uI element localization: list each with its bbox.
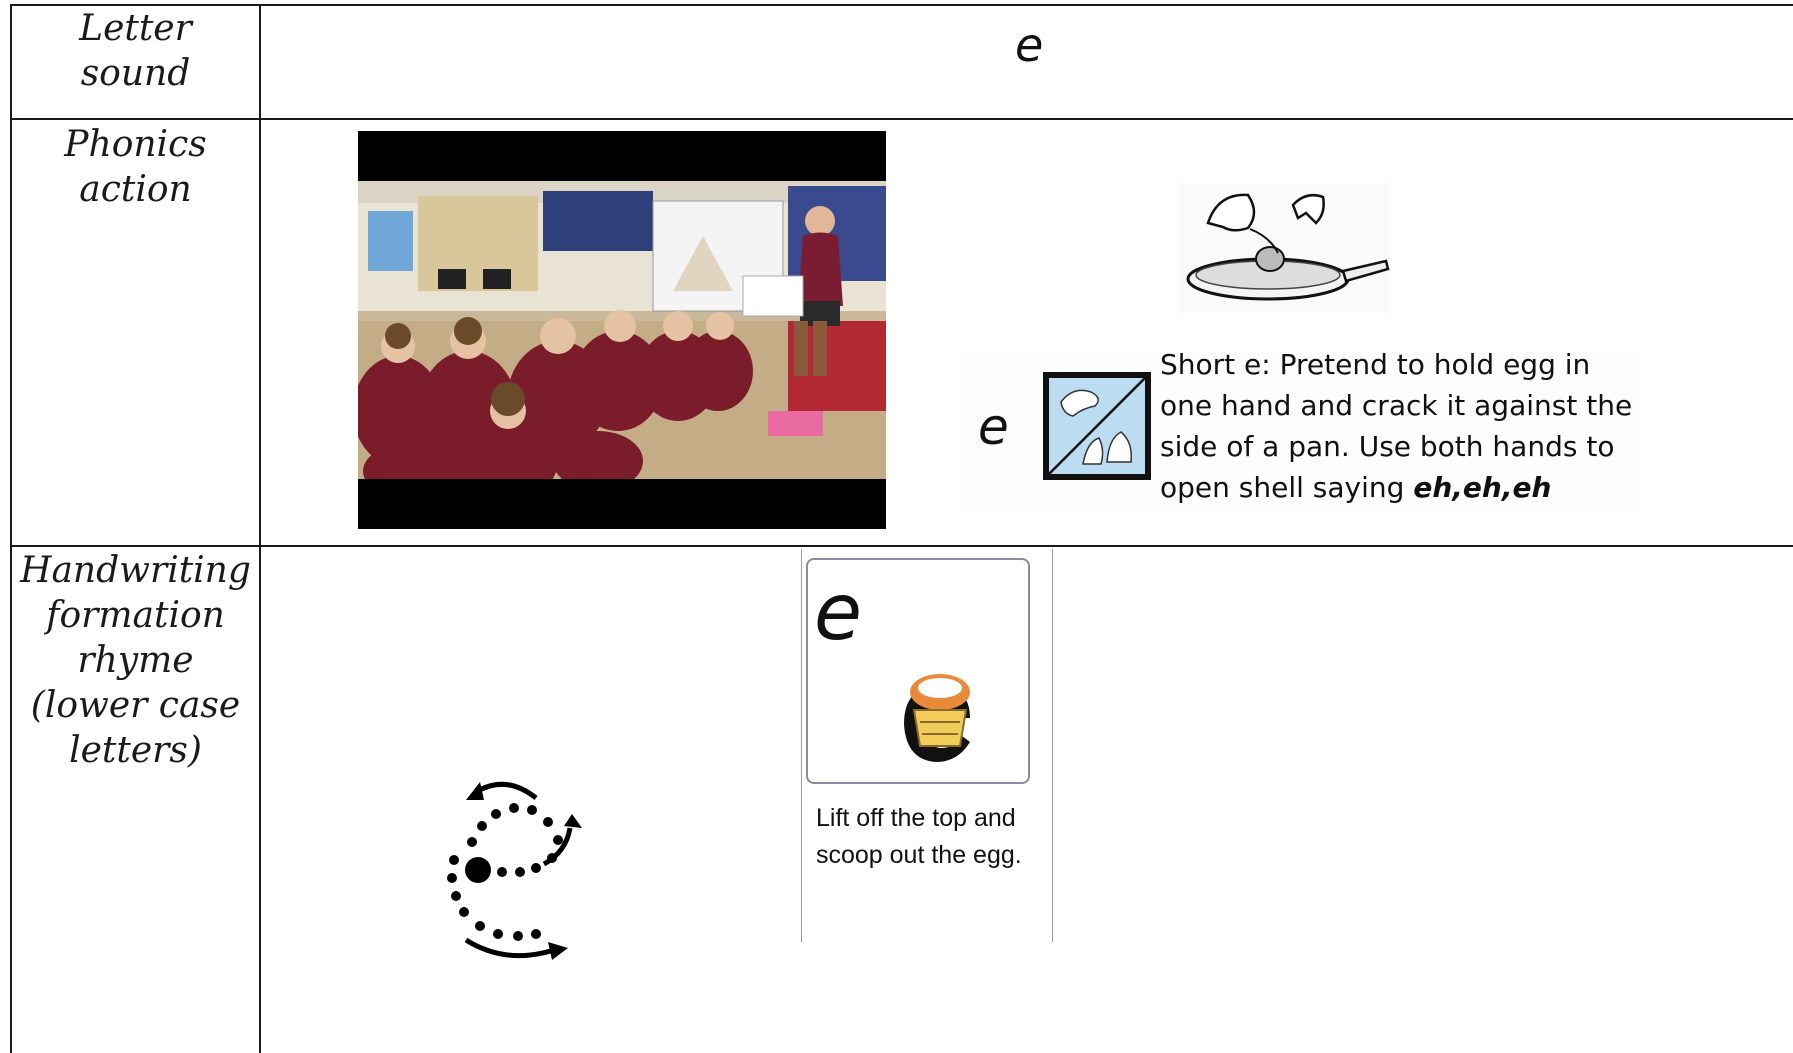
action-sound-text: eh,eh,eh [1413, 471, 1552, 504]
hands-cracking-egg-icon [1043, 372, 1151, 480]
action-description: Short e: Pretend to hold egg in one hand… [1160, 344, 1650, 508]
egg-in-pan-icon [1178, 183, 1390, 313]
letter-sound-value: e [1015, 18, 1044, 72]
classroom-scene-image [358, 181, 886, 479]
table-top-border [10, 4, 1793, 6]
action-card-letter: e [978, 398, 1009, 456]
formation-arrows-icon [447, 781, 582, 960]
row-divider-1 [10, 118, 1793, 120]
phonics-document: Letter sound Phonics action Handwriting … [0, 0, 1793, 1053]
row-divider-2 [10, 545, 1793, 547]
row-label-phonics-action: Phonics action [64, 124, 207, 210]
column-divider [259, 4, 261, 1053]
egg-letter-icon [904, 674, 970, 762]
row-label-letter-sound: Letter sound [79, 8, 192, 94]
classroom-video[interactable] [358, 131, 886, 529]
row-label-handwriting: Handwriting formation rhyme (lower case … [20, 550, 251, 771]
action-description-text: Short e: Pretend to hold egg in one hand… [1160, 348, 1633, 504]
rhyme-card-letter: e [814, 568, 862, 658]
rhyme-text: Lift off the top and scoop out the egg. [816, 804, 1022, 869]
video-frame [358, 181, 886, 479]
